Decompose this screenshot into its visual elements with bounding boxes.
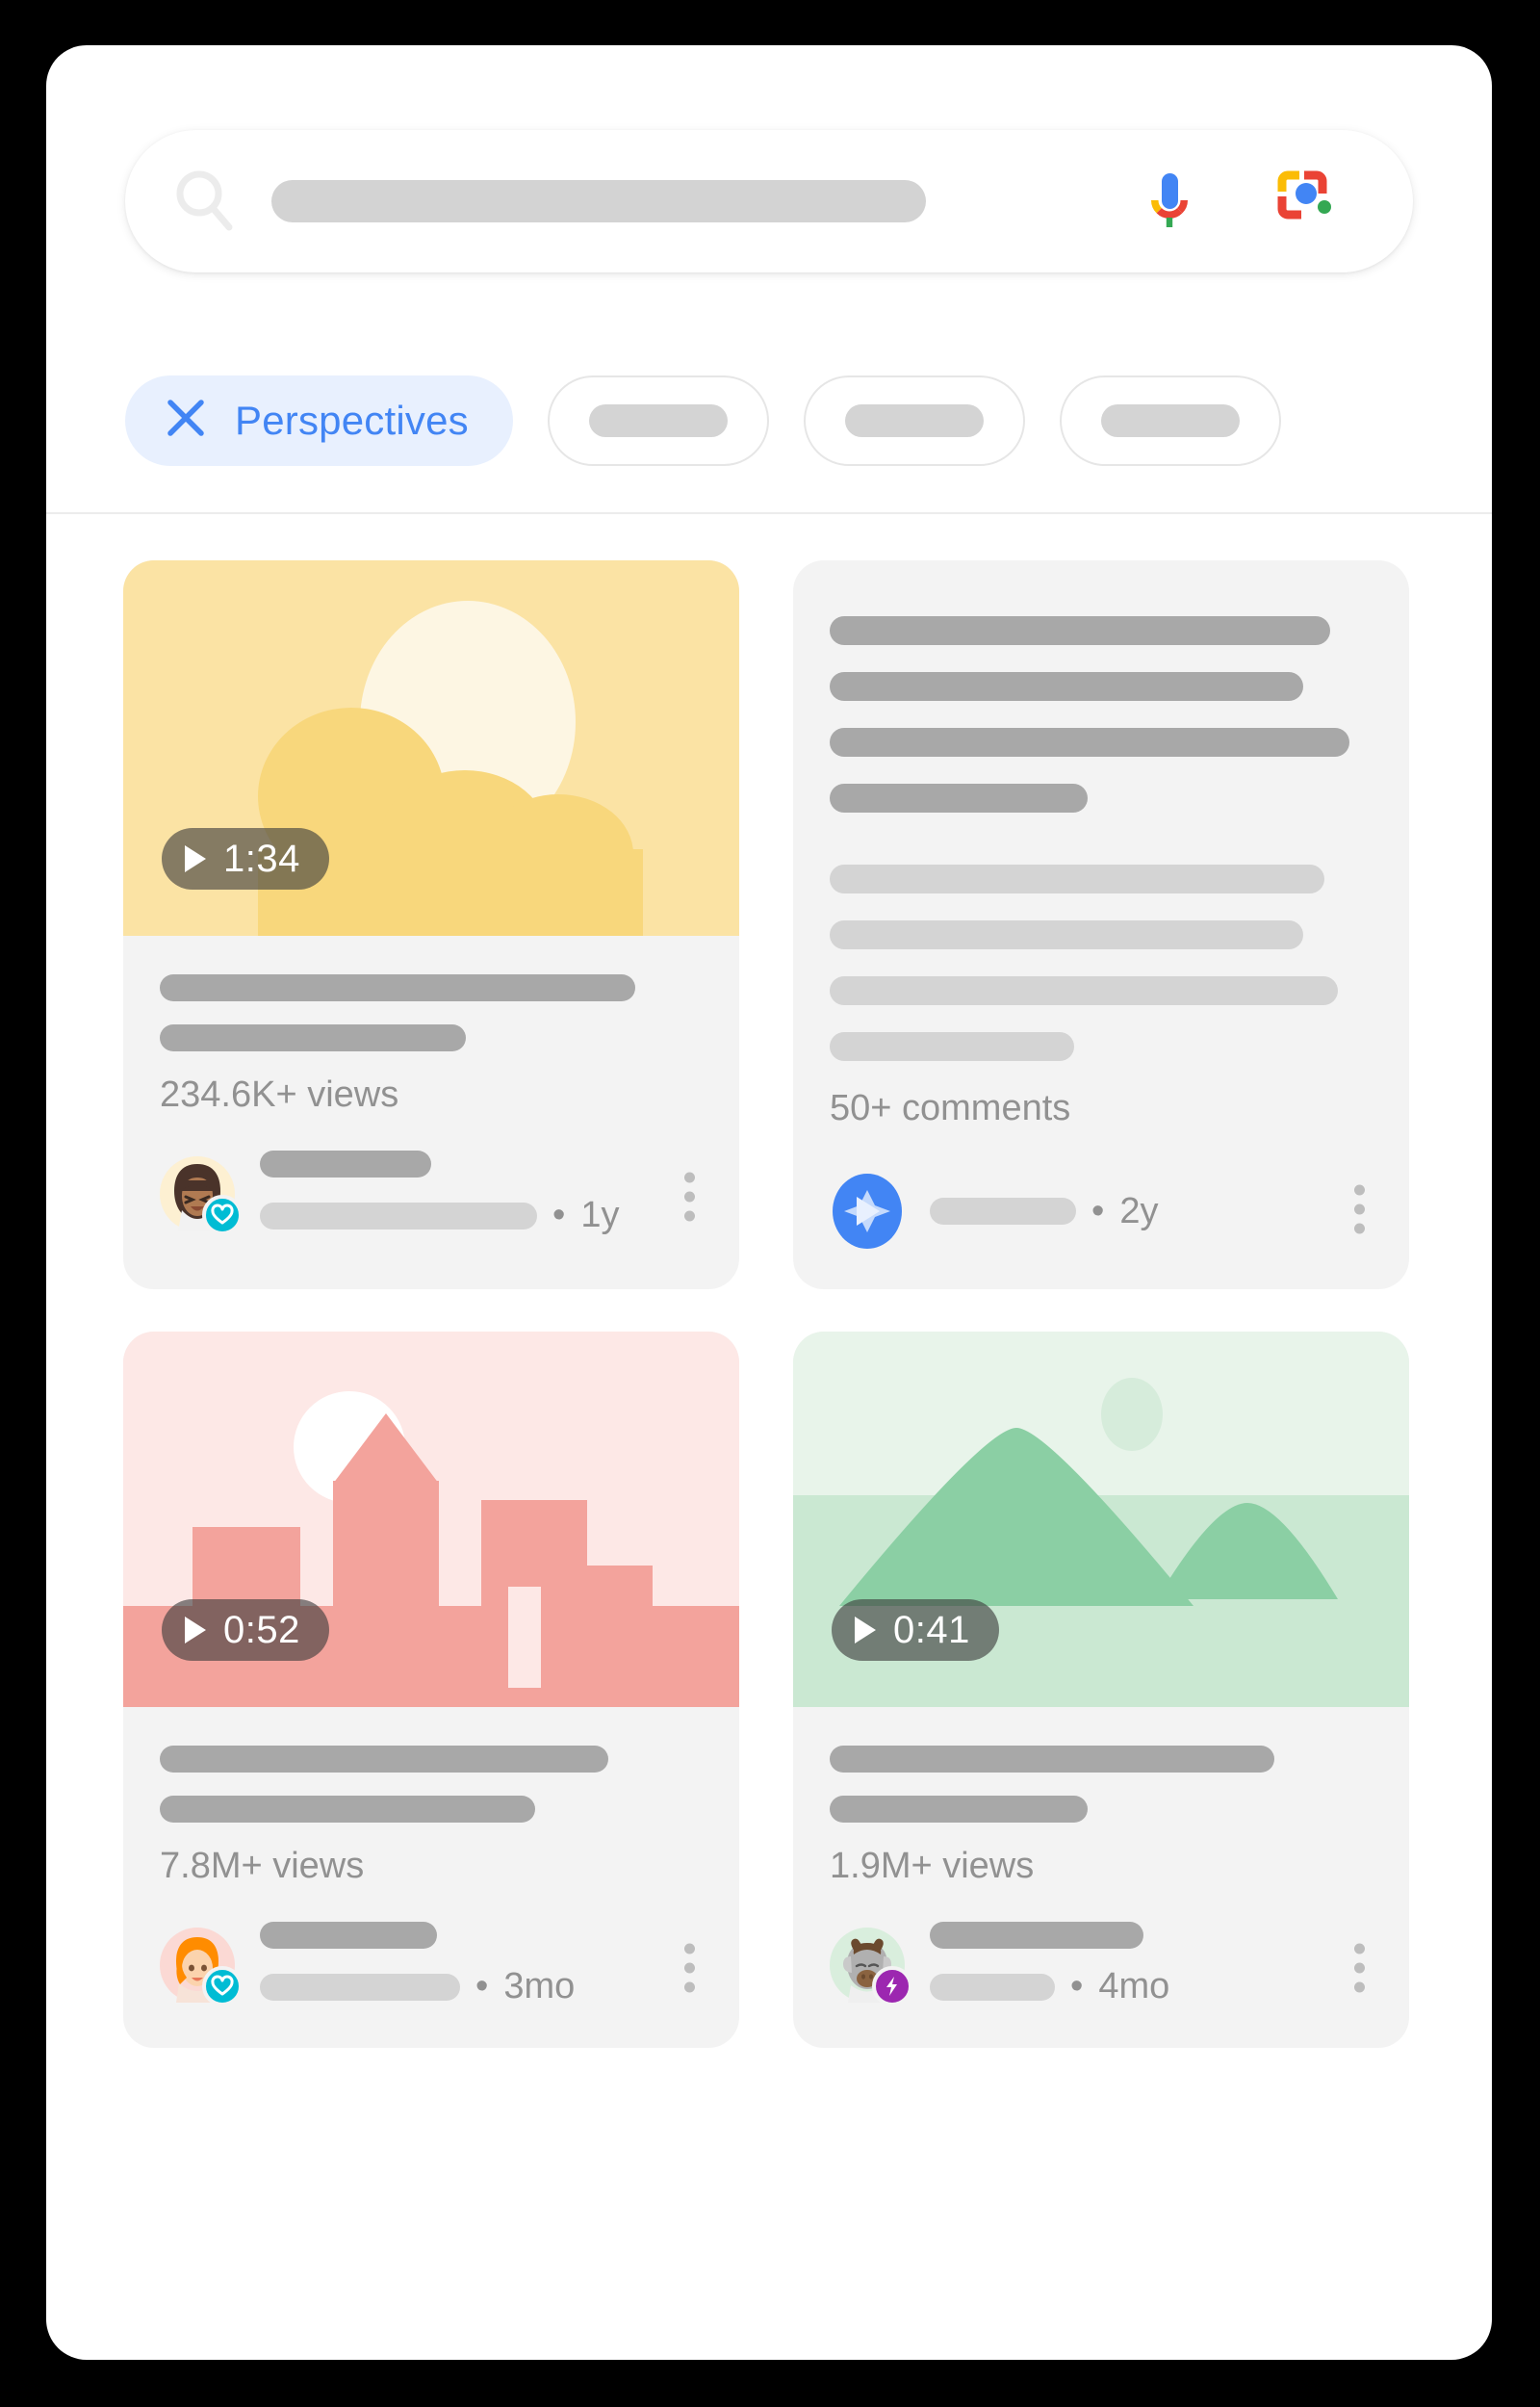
text-skeleton-line: [830, 920, 1303, 949]
title-skeleton-line: [160, 1746, 608, 1773]
lightning-badge-icon: [872, 1965, 912, 2006]
title-skeleton-line: [160, 1024, 466, 1051]
filter-chip-placeholder-1[interactable]: [547, 375, 769, 466]
video-duration-badge: 0:41: [832, 1599, 999, 1661]
video-duration-badge: 0:52: [162, 1599, 329, 1661]
video-thumbnail-mountain-landscape[interactable]: 0:41: [793, 1332, 1409, 1707]
more-options-icon[interactable]: [679, 1166, 701, 1227]
card-footer: • 4mo: [793, 1887, 1409, 2048]
result-card-text-discussion[interactable]: 50+ comments • 2y: [793, 560, 1409, 1289]
more-options-icon[interactable]: [1348, 1179, 1371, 1240]
search-input[interactable]: [271, 180, 926, 222]
video-duration-text: 0:52: [223, 1608, 300, 1651]
video-duration-text: 0:41: [893, 1608, 970, 1651]
timestamp: 3mo: [503, 1966, 576, 2006]
search-bar[interactable]: [125, 130, 1413, 272]
author-meta: • 2y: [930, 1191, 1158, 1232]
filter-chip-placeholder-2[interactable]: [803, 375, 1025, 466]
filter-chip-placeholder-3[interactable]: [1059, 375, 1281, 466]
author-handle-skeleton: [260, 1202, 537, 1229]
text-skeleton-line: [830, 616, 1330, 645]
close-icon[interactable]: [164, 396, 208, 445]
author-meta: • 3mo: [260, 1922, 706, 2007]
heart-badge-icon: [202, 1965, 243, 2006]
text-skeleton-line: [830, 784, 1088, 813]
filter-chip-perspectives[interactable]: Perspectives: [125, 375, 513, 466]
heart-badge-icon: [202, 1194, 243, 1235]
title-skeleton-line: [160, 1796, 535, 1823]
microphone-icon[interactable]: [1132, 164, 1207, 239]
card-body: 1.9M+ views: [793, 1707, 1409, 1887]
author-handle-skeleton: [930, 1198, 1076, 1225]
video-thumbnail-city-skyline[interactable]: 0:52: [123, 1332, 739, 1707]
video-duration-badge: 1:34: [162, 828, 329, 890]
header-divider: [46, 512, 1492, 514]
title-skeleton-line: [830, 1746, 1274, 1773]
card-body: 7.8M+ views: [123, 1707, 739, 1887]
filter-chip-label: Perspectives: [235, 397, 469, 443]
play-icon: [185, 845, 206, 872]
timestamp: 2y: [1119, 1190, 1159, 1231]
author-name-skeleton: [260, 1922, 437, 1949]
card-footer: • 2y: [793, 1129, 1409, 1289]
title-skeleton-line: [830, 1796, 1088, 1823]
filter-chip-row: Perspectives: [46, 331, 1492, 509]
video-duration-text: 1:34: [223, 837, 300, 880]
text-skeleton-line: [830, 865, 1324, 893]
separator-dot: •: [475, 1966, 489, 2006]
result-card-video-mountains[interactable]: 0:41 1.9M+ views • 4mo: [793, 1332, 1409, 2048]
author-meta: • 1y: [260, 1151, 706, 1236]
author-meta: • 4mo: [930, 1922, 1376, 2007]
text-skeleton-line: [830, 728, 1349, 757]
chip-placeholder-pill: [844, 403, 984, 437]
author-handle-skeleton: [930, 1973, 1055, 2001]
search-icon: [167, 164, 243, 239]
view-count: 234.6K+ views: [160, 1074, 399, 1115]
comment-count: 50+ comments: [830, 1088, 1071, 1128]
card-body: 234.6K+ views: [123, 936, 739, 1116]
text-skeleton-line: [830, 1032, 1074, 1061]
video-thumbnail-sun-and-clouds[interactable]: 1:34: [123, 560, 739, 936]
chip-placeholder-pill: [1100, 403, 1240, 437]
search-region: [46, 45, 1492, 272]
separator-dot: •: [1091, 1190, 1105, 1231]
google-lens-icon[interactable]: [1272, 164, 1348, 239]
avatar[interactable]: [830, 1927, 912, 2006]
author-handle-skeleton: [260, 1973, 460, 2001]
play-icon: [855, 1617, 876, 1643]
text-skeleton-line: [830, 672, 1303, 701]
more-options-icon[interactable]: [1348, 1937, 1371, 1998]
play-icon: [185, 1617, 206, 1643]
card-footer: • 3mo: [123, 1887, 739, 2048]
avatar[interactable]: [830, 1174, 905, 1249]
chip-placeholder-pill: [588, 403, 728, 437]
result-card-video-sunny[interactable]: 1:34 234.6K+ views • 1y: [123, 560, 739, 1289]
author-name-skeleton: [260, 1151, 431, 1178]
result-card-video-city[interactable]: 0:52 7.8M+ views • 3mo: [123, 1332, 739, 2048]
results-card-grid: 1:34 234.6K+ views • 1y 50+ comments • 2…: [123, 560, 1444, 2048]
separator-dot: •: [1070, 1966, 1084, 2006]
separator-dot: •: [552, 1195, 566, 1235]
title-skeleton-line: [160, 974, 635, 1001]
view-count: 7.8M+ views: [160, 1846, 365, 1886]
app-surface: Perspectives 1:34 234.6K+ views • 1y 50+…: [46, 45, 1492, 2360]
text-preview-block: 50+ comments: [793, 560, 1409, 1129]
more-options-icon[interactable]: [679, 1937, 701, 1998]
avatar[interactable]: [160, 1155, 243, 1235]
author-name-skeleton: [930, 1922, 1143, 1949]
timestamp: 4mo: [1098, 1966, 1170, 2006]
card-footer: • 1y: [123, 1116, 739, 1277]
avatar[interactable]: [160, 1927, 243, 2006]
view-count: 1.9M+ views: [830, 1846, 1035, 1886]
text-skeleton-line: [830, 976, 1338, 1005]
timestamp: 1y: [580, 1195, 620, 1235]
